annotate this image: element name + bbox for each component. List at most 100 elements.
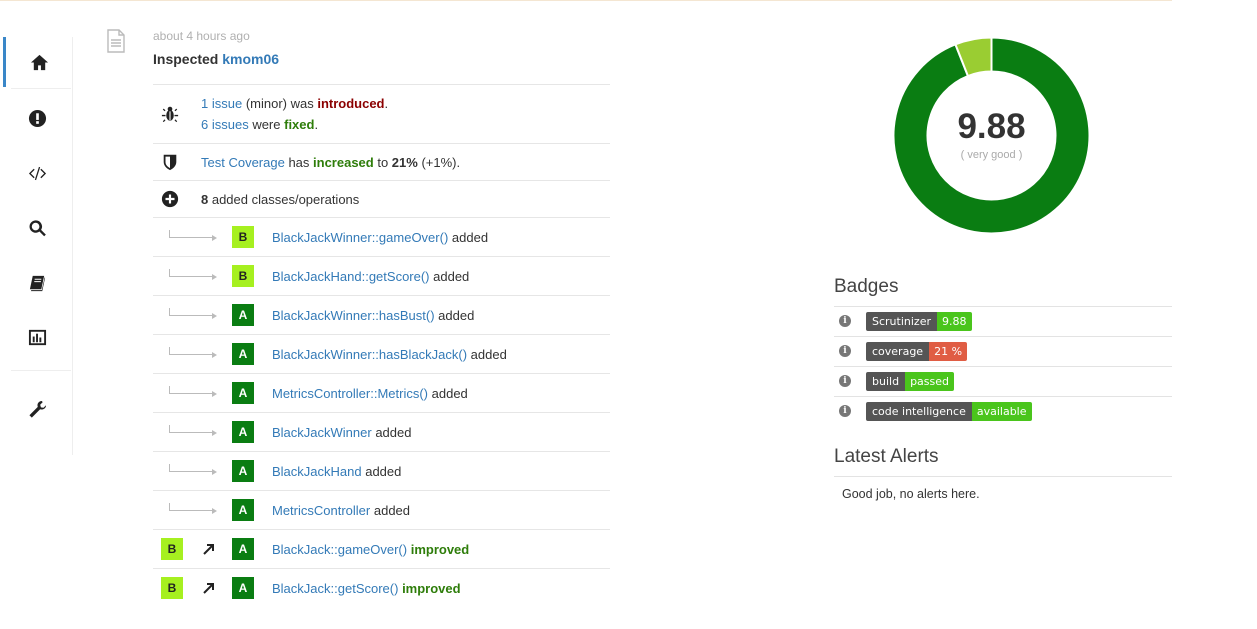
grade-badge: A (232, 343, 254, 365)
test-coverage-link[interactable]: Test Coverage (201, 155, 285, 170)
trend-up-arrow-icon (203, 583, 214, 594)
new-issues-link[interactable]: 1 issue (201, 96, 242, 111)
sidebar-item-issues[interactable] (3, 93, 72, 143)
status-badge[interactable]: code intelligence available (866, 402, 1032, 421)
added-item-row: A BlackJackWinner::hasBlackJack() added (153, 334, 610, 373)
added-item-row: B BlackJackWinner::gameOver() added (153, 217, 610, 256)
code-icon (28, 166, 47, 180)
inspected-label: Inspected (153, 51, 219, 67)
branch-connector (169, 308, 217, 319)
wrench-icon (29, 400, 47, 418)
sidebar-divider (11, 370, 71, 371)
trend-up-arrow-icon (203, 544, 214, 555)
sidebar-item-search[interactable] (3, 203, 72, 253)
class-link[interactable]: BlackJack::gameOver() (272, 542, 407, 557)
chart-icon (28, 329, 47, 345)
branch-connector (169, 230, 217, 241)
plus-circle-icon (159, 190, 181, 208)
info-icon[interactable]: i (839, 315, 851, 327)
event-timestamp: about 4 hours ago (153, 29, 250, 43)
added-item-text: BlackJackWinner::hasBlackJack() added (272, 344, 507, 365)
info-icon[interactable]: i (839, 345, 851, 357)
improved-item-row: B A BlackJack::getScore() improved (153, 568, 610, 607)
quality-score-value: 9.88 (957, 107, 1026, 146)
class-link[interactable]: MetricsController::Metrics() (272, 386, 428, 401)
branch-connector (169, 386, 217, 397)
alerts-heading: Latest Alerts (834, 446, 939, 467)
added-suffix: added (370, 502, 411, 518)
fixed-issues-link[interactable]: 6 issues (201, 117, 249, 132)
class-link[interactable]: BlackJackWinner (272, 425, 372, 440)
badge-value: available (971, 402, 1032, 421)
new-issues-line: 1 issue (minor) was introduced. (201, 96, 389, 111)
added-item-row: A BlackJackHand added (153, 451, 610, 490)
sidebar-item-statistics[interactable] (3, 312, 72, 362)
info-icon[interactable]: i (839, 375, 851, 387)
sidebar-item-settings[interactable] (3, 384, 72, 434)
grade-badge: A (232, 304, 254, 326)
inspection-summary: 1 issue (minor) was introduced. 6 issues… (153, 84, 610, 607)
fixed-status: fixed (284, 117, 315, 132)
badge-value: 9.88 (937, 312, 972, 331)
improved-item-text: BlackJack::getScore() improved (272, 578, 461, 599)
sidebar (3, 37, 73, 455)
class-link[interactable]: BlackJack::getScore() (272, 581, 398, 596)
fixed-issues-line: 6 issues were fixed. (201, 117, 319, 132)
added-item-row: A MetricsController added (153, 490, 610, 529)
info-icon[interactable]: i (839, 405, 851, 417)
added-item-text: BlackJackWinner added (272, 422, 411, 443)
added-item-text: MetricsController added (272, 500, 410, 521)
shield-icon (159, 153, 181, 171)
search-icon (29, 219, 46, 236)
badges-list: i Scrutinizer 9.88 i coverage 21 % i build passe… (834, 306, 1172, 426)
status-badge[interactable]: coverage 21 % (866, 342, 968, 361)
branch-connector (169, 464, 217, 475)
badge-row: i Scrutinizer 9.88 (834, 306, 1172, 336)
added-item-text: BlackJackWinner::hasBust() added (272, 305, 474, 326)
alerts-message: Good job, no alerts here. (834, 476, 1172, 501)
grade-badge: A (232, 499, 254, 521)
bug-icon (159, 105, 181, 123)
status-badge[interactable]: Scrutinizer 9.88 (866, 312, 972, 331)
home-icon (30, 54, 48, 70)
sidebar-item-home[interactable] (3, 37, 72, 87)
coverage-row: Test Coverage has increased to 21% (+1%)… (153, 143, 610, 180)
sidebar-item-code[interactable] (3, 148, 72, 198)
grade-badge: B (232, 265, 254, 287)
sidebar-item-docs[interactable] (3, 258, 72, 308)
badge-label: build (866, 372, 906, 391)
class-link[interactable]: BlackJackWinner::hasBust() (272, 308, 435, 323)
commit-link[interactable]: kmom06 (222, 51, 279, 67)
previous-grade-badge: B (161, 577, 183, 599)
badge-label: code intelligence (866, 402, 972, 421)
class-link[interactable]: BlackJackWinner::hasBlackJack() (272, 347, 467, 362)
branch-connector (169, 425, 217, 436)
grade-badge: A (232, 421, 254, 443)
badge-label: coverage (866, 342, 930, 361)
quality-score-label: ( very good ) (960, 149, 1023, 161)
coverage-value: 21% (391, 154, 418, 170)
grade-badge: A (232, 577, 254, 599)
added-item-row: A MetricsController::Metrics() added (153, 373, 610, 412)
class-link[interactable]: MetricsController (272, 503, 370, 518)
added-suffix: added (448, 229, 489, 245)
coverage-status: increased (313, 154, 374, 170)
improved-items-list: B A BlackJack::gameOver() improved B A BlackJ… (153, 529, 610, 607)
class-link[interactable]: BlackJackHand::getScore() (272, 269, 430, 284)
branch-connector (169, 269, 217, 280)
added-suffix: added (371, 424, 412, 440)
added-item-text: MetricsController::Metrics() added (272, 383, 468, 404)
status-badge[interactable]: build passed (866, 372, 954, 391)
event-title: Inspected kmom06 (153, 51, 279, 67)
previous-grade-badge: B (161, 538, 183, 560)
grade-badge: B (232, 226, 254, 248)
top-divider (0, 0, 1172, 1)
alerts-panel: Good job, no alerts here. (834, 476, 1172, 501)
sidebar-divider (11, 88, 71, 89)
added-suffix: added (434, 307, 475, 323)
class-link[interactable]: BlackJackHand (272, 464, 362, 479)
grade-badge: A (232, 460, 254, 482)
added-summary-row: 8 added classes/operations (153, 180, 610, 217)
class-link[interactable]: BlackJackWinner::gameOver() (272, 230, 448, 245)
added-item-row: B BlackJackHand::getScore() added (153, 256, 610, 295)
